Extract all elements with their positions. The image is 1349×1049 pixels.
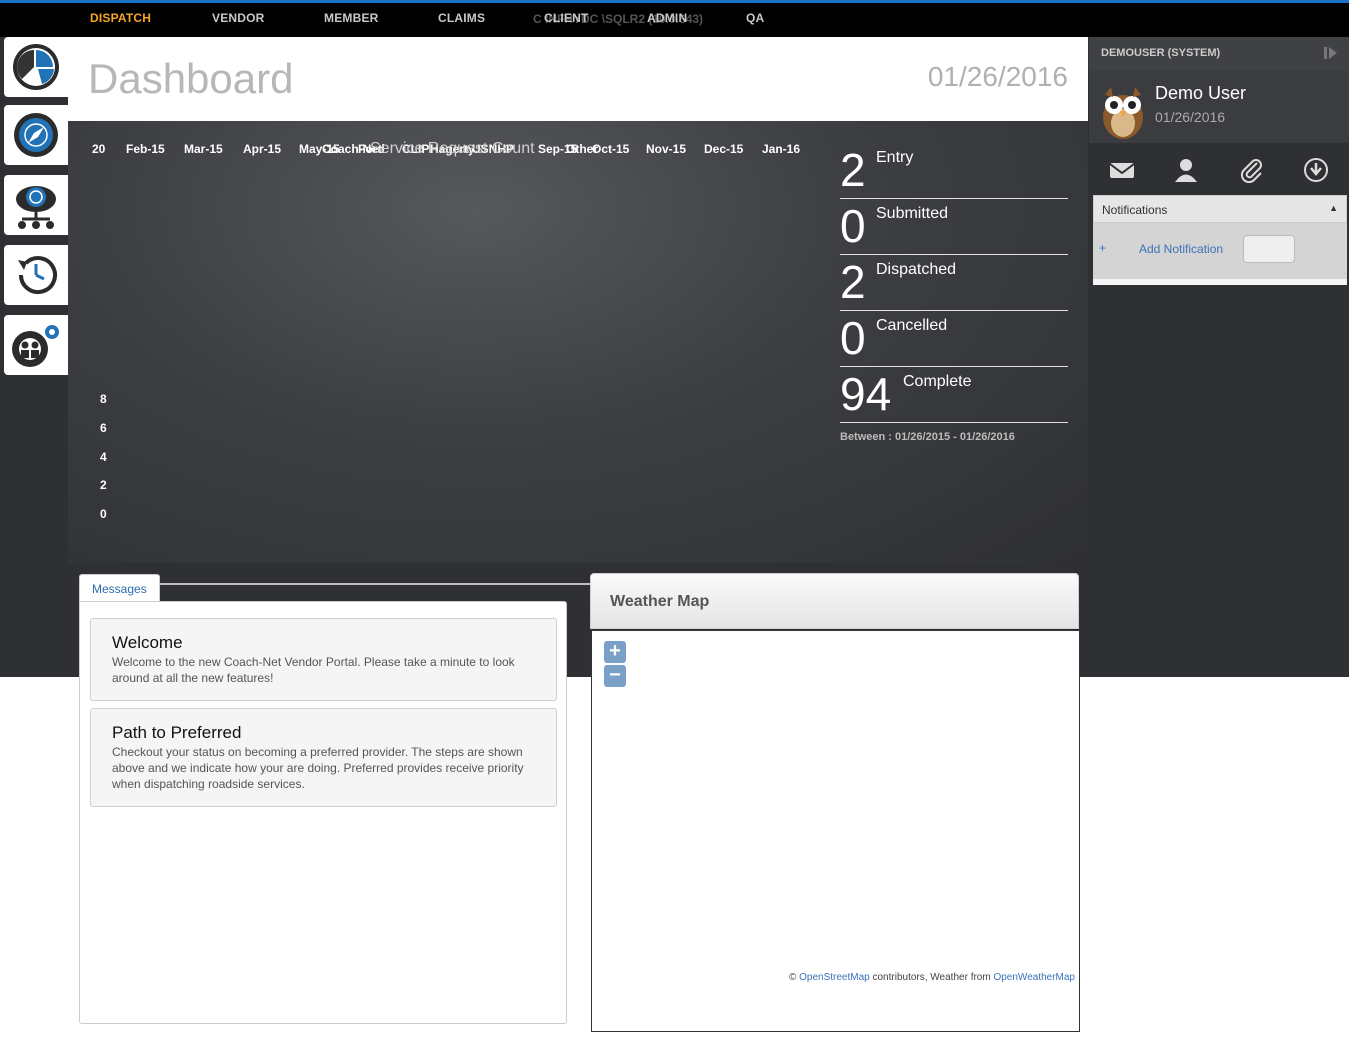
y-tick-label: 0 <box>100 507 107 521</box>
user-name: Demo User <box>1155 83 1247 103</box>
weather-map-title: Weather Map <box>610 593 710 610</box>
nav-vendor[interactable]: VENDOR <box>212 11 265 25</box>
map-attribution: © OpenStreetMap contributors, Weather fr… <box>789 972 1075 983</box>
x-tick-label: Apr-15 <box>243 142 282 156</box>
page-title: Dashboard <box>88 55 294 102</box>
attribution-middle: contributors, Weather from <box>869 972 994 983</box>
stat-value: 0 <box>840 200 866 252</box>
notifications-footer <box>1093 279 1347 285</box>
message-card[interactable]: Welcome Welcome to the new Coach-Net Ven… <box>90 618 557 701</box>
settings-users-icon <box>12 325 59 367</box>
attachment-icon[interactable] <box>1239 157 1265 183</box>
nav-claims[interactable]: CLAIMS <box>438 11 485 25</box>
tab-messages-label: Messages <box>92 582 147 596</box>
top-nav-bar: DISPATCH VENDOR MEMBER CLAIMS C INFHYDC … <box>0 3 1349 37</box>
history-clock-icon <box>18 256 57 295</box>
caret-up-icon: ▲ <box>1329 203 1338 213</box>
owl-avatar <box>1103 87 1143 139</box>
nav-dispatch[interactable]: DISPATCH <box>90 11 151 25</box>
sidebar-compass-button[interactable] <box>4 105 68 165</box>
stat-value: 2 <box>840 144 866 196</box>
user-panel-header: DEMOUSER (SYSTEM) <box>1089 37 1349 71</box>
tab-divider <box>160 583 592 585</box>
user-account-label: DEMOUSER (SYSTEM) <box>1101 47 1221 59</box>
date-range-text: Between : 01/26/2015 - 01/26/2016 <box>840 431 1015 443</box>
weather-map-header: Weather Map <box>590 573 1079 629</box>
x-tick-label: Jan-16 <box>762 142 801 156</box>
y-tick-label: 4 <box>100 449 107 464</box>
weather-map[interactable]: + − © OpenStreetMap contributors, Weathe… <box>591 630 1080 1032</box>
mail-icon[interactable] <box>1109 157 1135 183</box>
dashboard-date: 01/26/2016 <box>927 61 1068 92</box>
add-notification-link[interactable]: Add Notification <box>1139 242 1223 256</box>
y-tick-label: 6 <box>100 420 107 435</box>
sidebar-network-button[interactable] <box>4 175 68 235</box>
message-title: Welcome <box>112 633 183 652</box>
messages-panel: Welcome Welcome to the new Coach-Net Ven… <box>79 601 567 1024</box>
nav-client[interactable]: CLIENT <box>544 11 589 25</box>
compass-icon <box>14 113 58 157</box>
x-tick-label: 20 <box>92 142 106 156</box>
openstreetmap-link[interactable]: OpenStreetMap <box>799 972 870 983</box>
message-body: Welcome to the new Coach-Net Vendor Port… <box>112 655 515 685</box>
cloud-network-icon <box>16 186 56 229</box>
user-panel: DEMOUSER (SYSTEM) Demo User 01/26/2016 N… <box>1089 37 1349 677</box>
y-tick-label: 8 <box>100 392 107 406</box>
stat-value: 94 <box>840 368 892 420</box>
user-info: Demo User 01/26/2016 <box>1089 71 1349 143</box>
x-tick-label: Mar-15 <box>184 142 223 156</box>
user-date: 01/26/2016 <box>1155 109 1226 125</box>
download-icon[interactable] <box>1303 157 1329 183</box>
stat-complete[interactable]: 94 Complete <box>840 367 1068 423</box>
stat-entry[interactable]: 2 Entry <box>840 143 1068 199</box>
dashboard-pie-icon <box>13 44 59 90</box>
plus-icon: + <box>1099 241 1107 255</box>
dashboard-header: Dashboard 01/26/2016 <box>68 37 1088 121</box>
sidebar-settings-button[interactable] <box>4 315 68 375</box>
x-tick-label: Nov-15 <box>646 142 687 156</box>
sidebar-history-button[interactable] <box>4 245 68 305</box>
stat-cancelled[interactable]: 0 Cancelled <box>840 311 1068 367</box>
nav-admin[interactable]: ADMIN <box>647 11 687 25</box>
chart-panel: 20 Feb-15 Mar-15 Apr-15 May-15 Coach-Net Ford C… <box>68 121 1088 563</box>
x-tick-label: Feb-15 <box>126 142 165 156</box>
user-action-bar <box>1089 143 1349 195</box>
nav-qa[interactable]: QA <box>746 11 764 25</box>
tab-messages[interactable]: Messages <box>79 574 160 602</box>
stat-label: Dispatched <box>876 261 957 278</box>
chart-title: Service Request Count <box>370 140 535 157</box>
stat-dispatched[interactable]: 2 Dispatched <box>840 255 1068 311</box>
nav-member[interactable]: MEMBER <box>324 11 379 25</box>
stat-value: 0 <box>840 312 866 364</box>
stat-submitted[interactable]: 0 Submitted <box>840 199 1068 255</box>
x-tick-label: Dec-15 <box>704 142 744 156</box>
stat-label: Entry <box>876 149 914 166</box>
message-title: Path to Preferred <box>112 723 242 742</box>
collapse-panel-icon[interactable] <box>1323 45 1339 61</box>
notification-toggle[interactable] <box>1243 235 1295 263</box>
attribution-prefix: © <box>788 972 800 983</box>
stat-label: Submitted <box>876 205 949 222</box>
openweathermap-link[interactable]: OpenWeatherMap <box>993 972 1075 983</box>
stat-value: 2 <box>840 256 866 308</box>
stat-label: Complete <box>903 373 972 390</box>
notifications-body: + Add Notification <box>1093 223 1347 285</box>
zoom-in-button[interactable]: + <box>604 641 626 663</box>
message-card[interactable]: Path to Preferred Checkout your status o… <box>90 708 557 807</box>
notifications-title: Notifications <box>1102 203 1168 217</box>
user-profile-icon[interactable] <box>1173 157 1199 183</box>
y-tick-label: 2 <box>100 478 107 493</box>
x-tick-label: Oct-15 <box>592 142 630 156</box>
notifications-header[interactable]: Notifications ▲ <box>1093 195 1347 223</box>
message-body: Checkout your status on becoming a prefe… <box>112 745 524 791</box>
sidebar-dashboard-button[interactable] <box>4 37 68 97</box>
zoom-out-button[interactable]: − <box>604 665 626 687</box>
stat-label: Cancelled <box>876 317 948 334</box>
